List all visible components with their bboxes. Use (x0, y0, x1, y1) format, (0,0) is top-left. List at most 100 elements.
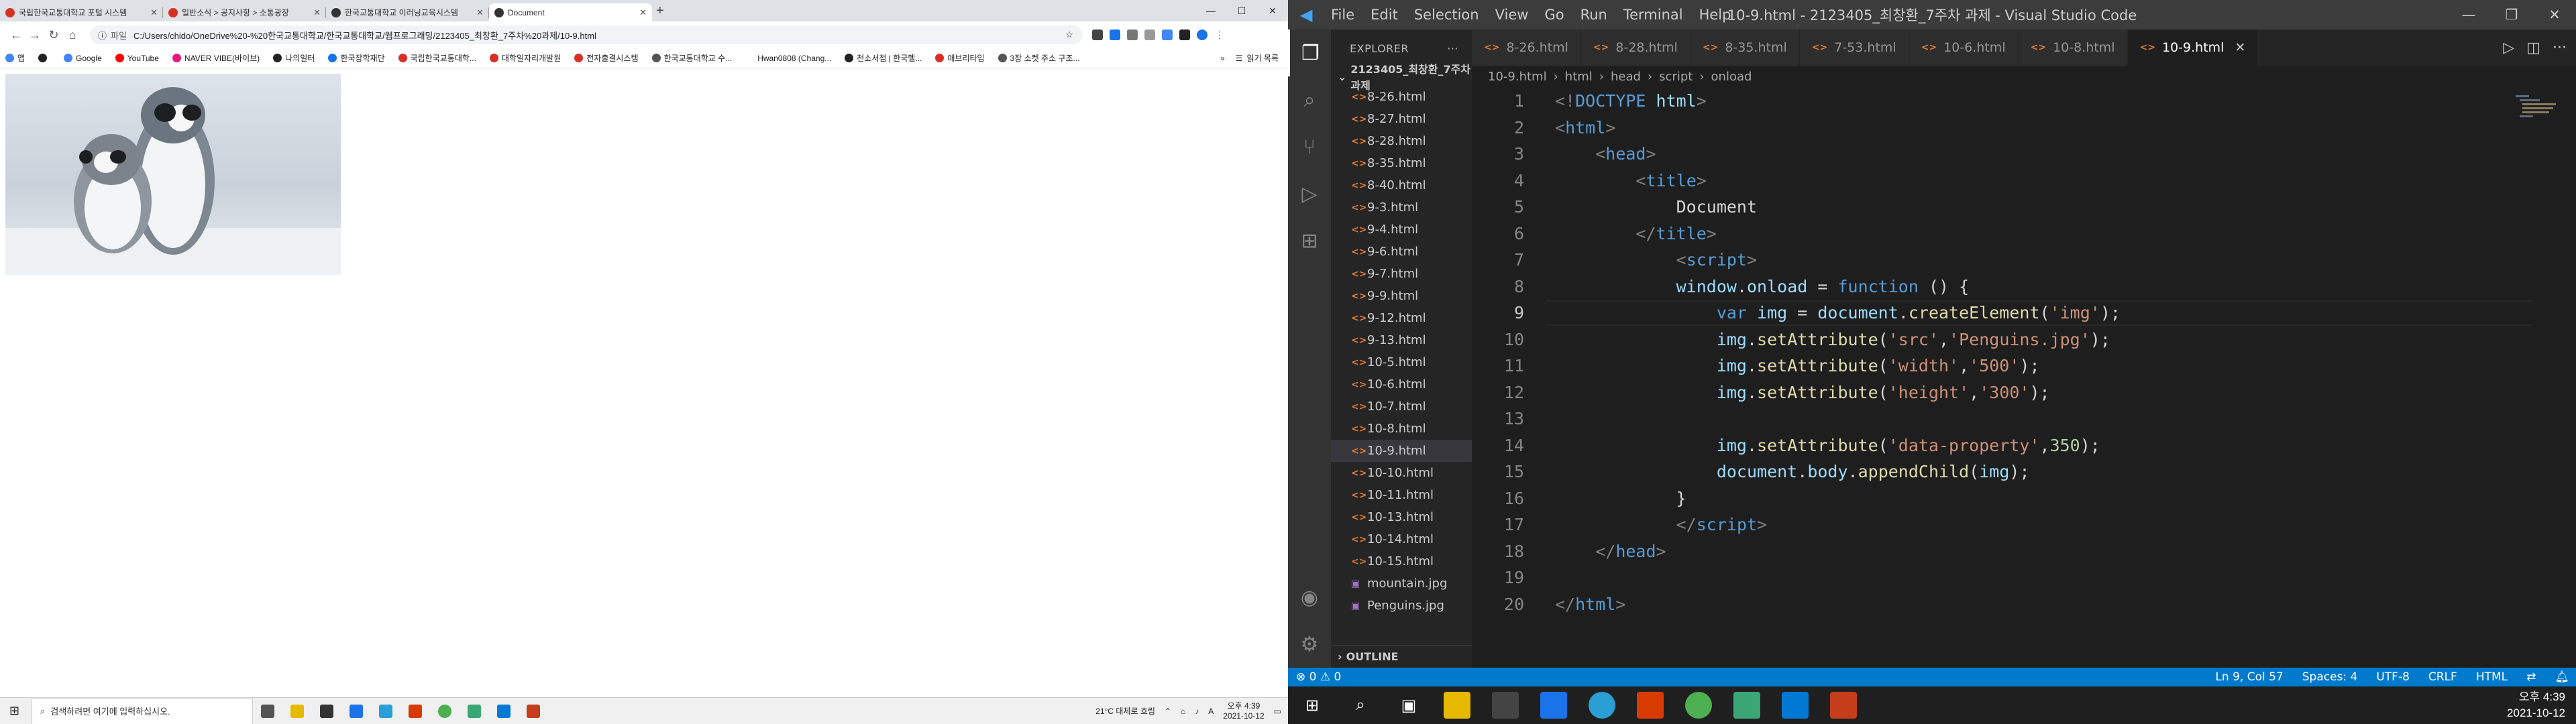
code-line[interactable]: </head> (1555, 542, 1666, 561)
network-icon[interactable]: ⌂ (1181, 707, 1185, 716)
extension-icon[interactable] (1110, 29, 1120, 40)
extension-icon[interactable] (1127, 29, 1138, 40)
code-line[interactable]: <title> (1555, 171, 1706, 190)
code-line[interactable]: </html> (1555, 595, 1625, 614)
info-icon[interactable]: ⓘ (98, 29, 107, 42)
notification-icon[interactable]: ▭ (1274, 707, 1281, 716)
file-item[interactable]: <> 8-40.html (1331, 174, 1472, 196)
more-actions-icon[interactable]: ··· (1447, 42, 1458, 55)
home-icon[interactable]: ⌂ (63, 28, 82, 42)
store-icon[interactable] (1492, 692, 1519, 719)
more-menu-icon[interactable]: ⋮ (1214, 29, 1225, 40)
taskbar-search[interactable]: ⌕ 검색하려면 여기에 입력하십시오. (32, 697, 254, 724)
code-line[interactable]: Document (1555, 197, 1757, 217)
outline-section[interactable]: › OUTLINE (1331, 645, 1472, 668)
code-line[interactable]: img.setAttribute('data-property',350); (1555, 436, 2100, 455)
file-explorer-icon[interactable] (290, 704, 305, 718)
file-item[interactable]: <> 10-10.html (1331, 462, 1472, 484)
puzzle-icon[interactable] (1179, 29, 1190, 40)
file-item[interactable]: <> 10-15.html (1331, 550, 1472, 572)
file-item[interactable]: <> 10-7.html (1331, 396, 1472, 418)
file-item[interactable]: <> 9-6.html (1331, 241, 1472, 263)
bookmark-item[interactable]: Google (64, 54, 102, 63)
file-item[interactable]: <> 10-13.html (1331, 506, 1472, 528)
browser-tab[interactable]: Document ✕ (489, 3, 652, 21)
address-bar[interactable]: ⓘ 파일 C:/Users/chido/OneDrive%20-%20한국교통대… (90, 25, 1083, 44)
code-line[interactable]: <head> (1555, 144, 1656, 164)
tab-close-icon[interactable]: ✕ (150, 7, 158, 18)
file-item[interactable]: <> 8-35.html (1331, 152, 1472, 174)
file-item[interactable]: <> 9-9.html (1331, 285, 1472, 307)
tab-close-icon[interactable]: ✕ (639, 7, 647, 18)
code-line[interactable]: </title> (1555, 224, 1716, 243)
minimize-icon[interactable]: — (2447, 7, 2490, 23)
split-editor-icon[interactable]: ◫ (2526, 40, 2540, 56)
weather-status[interactable]: 21°C 대체로 흐림 (1095, 705, 1155, 717)
file-item[interactable]: <> 10-6.html (1331, 373, 1472, 396)
maximize-icon[interactable]: ☐ (1226, 5, 1257, 17)
app-icon[interactable] (468, 704, 482, 718)
menu-item-help[interactable]: Help (1699, 7, 1731, 23)
code-line[interactable]: img.setAttribute('src','Penguins.jpg'); (1555, 330, 2110, 349)
tab-close-icon[interactable]: ✕ (313, 7, 321, 18)
reading-list-icon[interactable]: ☰ (1236, 54, 1243, 63)
breadcrumb-item[interactable]: html (1565, 70, 1593, 84)
file-item[interactable]: ▣ mountain.jpg (1331, 572, 1472, 595)
new-tab-icon[interactable]: + (656, 3, 664, 19)
powerpoint-icon[interactable] (1830, 692, 1857, 719)
file-item[interactable]: <> 9-7.html (1331, 263, 1472, 285)
minimap[interactable] (2516, 94, 2563, 134)
ime-indicator[interactable]: A (1208, 707, 1214, 716)
task-view-icon[interactable] (261, 704, 275, 718)
reload-icon[interactable]: ↻ (44, 28, 63, 42)
bookmark-item[interactable]: YouTube (115, 54, 159, 63)
cursor-position[interactable]: Ln 9, Col 57 (2215, 670, 2283, 684)
tab-close-icon[interactable]: ✕ (2235, 40, 2245, 55)
browser-tab[interactable]: 국립한국교통대학교 포털 시스템 ✕ (0, 3, 163, 21)
run-icon[interactable]: ▷ (2503, 40, 2514, 56)
account-icon[interactable]: ◉ (1288, 574, 1331, 621)
windows-start-icon[interactable]: ⊞ (9, 704, 19, 718)
close-icon[interactable]: ✕ (1257, 5, 1288, 17)
browser-tab[interactable]: 한국교통대학교 이러닝교육시스템 ✕ (326, 3, 489, 21)
extension-icon[interactable] (1092, 29, 1103, 40)
language-mode[interactable]: HTML (2476, 670, 2508, 684)
file-item[interactable]: <> 9-13.html (1331, 329, 1472, 351)
editor-tab[interactable]: <> 10-8.html (2018, 29, 2128, 66)
code-line[interactable]: <html> (1555, 118, 1615, 137)
file-item[interactable]: <> 8-27.html (1331, 108, 1472, 130)
file-item[interactable]: <> 10-14.html (1331, 528, 1472, 550)
code-line[interactable]: window.onload = function () { (1555, 277, 1970, 296)
bookmark-item[interactable]: 한국교통대학교 수... (651, 52, 732, 64)
app-icon[interactable] (1733, 692, 1760, 719)
code-line[interactable]: } (1555, 489, 1686, 508)
more-actions-icon[interactable]: ··· (2553, 40, 2567, 56)
bookmark-item[interactable]: 대학일자리개발원 (489, 52, 561, 64)
editor-tab[interactable]: <> 10-9.html ✕ (2127, 29, 2259, 66)
vscode-icon[interactable] (1782, 692, 1809, 719)
code-line[interactable]: <script> (1555, 250, 1757, 269)
extension-icon[interactable] (1144, 29, 1155, 40)
bookmark-item[interactable]: 앱 (5, 52, 25, 64)
file-item[interactable]: ▣ Penguins.jpg (1331, 595, 1472, 617)
edge-icon[interactable] (379, 704, 393, 718)
extensions-icon[interactable]: ⊞ (1288, 217, 1331, 264)
line-ending[interactable]: CRLF (2428, 670, 2457, 684)
file-item[interactable]: <> 9-12.html (1331, 307, 1472, 329)
encoding[interactable]: UTF-8 (2376, 670, 2410, 684)
restore-icon[interactable]: ❐ (2490, 7, 2533, 23)
bookmarks-more[interactable]: » (1220, 54, 1225, 63)
file-item[interactable]: <> 10-8.html (1331, 418, 1472, 440)
menu-item-run[interactable]: Run (1580, 7, 1607, 23)
vscode-icon[interactable] (497, 704, 511, 718)
office-icon[interactable] (1637, 692, 1664, 719)
edge-icon[interactable] (1589, 692, 1615, 719)
code-line[interactable]: var img = document.createElement('img'); (1555, 303, 2121, 322)
indentation[interactable]: Spaces: 4 (2302, 670, 2358, 684)
windows-start-icon[interactable]: ⊞ (1299, 692, 1326, 719)
bookmark-item[interactable]: 천소서점 | 한국헬... (845, 52, 922, 64)
mail-icon[interactable] (350, 704, 364, 718)
profile-avatar[interactable] (1197, 29, 1208, 40)
bookmark-item[interactable]: 한국장학재단 (328, 52, 385, 64)
bookmark-item[interactable]: 나의일터 (273, 52, 315, 64)
